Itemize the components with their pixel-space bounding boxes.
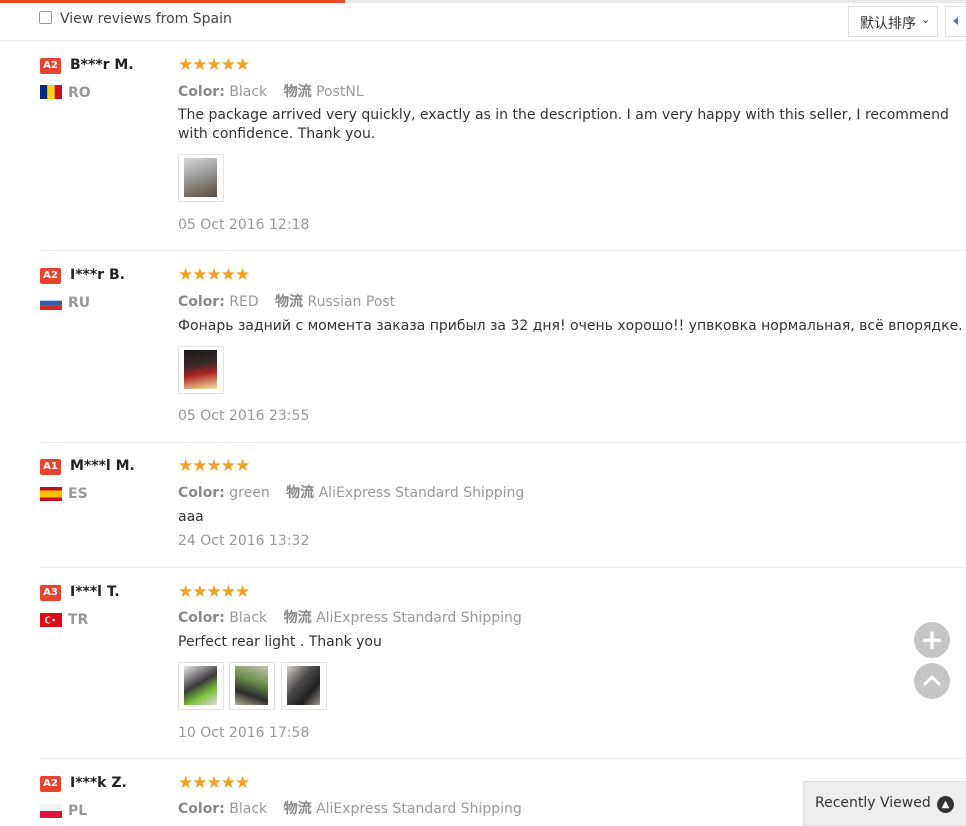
review-item: A1 M***l M. ES ★★★★★ Color: green 物流 Ali… [40,443,966,568]
color-value: Black [229,801,268,817]
review-filter-bar: View reviews from Spain 默认排序 ⌄ [0,3,966,41]
reviewer-country: PL [68,803,88,819]
sort-dropdown-label: 默认排序 [860,16,916,32]
recently-viewed-button[interactable]: Recently Viewed ▲ [803,781,966,826]
reviewer-name: I***l T. [70,584,120,600]
buyer-level-badge: A2 [40,268,61,284]
flag-icon-es [40,487,62,501]
add-button[interactable]: + [914,622,950,658]
flag-icon-tr [40,613,62,627]
sort-dropdown[interactable]: 默认排序 ⌄ [848,6,938,37]
review-item: A3 I***l T. TR ★★★★★ Color: Black 物流 Ali… [40,568,966,759]
reviewer-country: RO [68,85,91,101]
shipping-label: 物流 [283,84,312,100]
flag-icon-ru [40,296,62,310]
back-to-top-button[interactable] [914,663,950,699]
color-label: Color: [178,294,225,310]
chevron-up-circle-icon [923,675,941,686]
shipping-label: 物流 [275,294,304,310]
chevron-up-icon: ▲ [937,796,954,813]
review-meta: Color: Black 物流 PostNL [178,81,364,101]
photo-thumbnail [184,666,217,705]
photo-thumbnail [235,666,268,705]
review-photo[interactable] [178,662,224,710]
buyer-level-badge: A3 [40,585,61,601]
review-text: Perfect rear light . Thank you [178,634,382,650]
review-date: 05 Oct 2016 12:18 [178,217,310,233]
flag-icon-pl [40,804,62,818]
review-item: A2 B***r M. RO ★★★★★ Color: Black 物流 Pos… [40,41,966,251]
shipping-value: AliExpress Standard Shipping [318,485,525,501]
photo-thumbnail [184,350,217,389]
review-photo[interactable] [178,154,224,202]
shipping-label: 物流 [286,485,315,501]
buyer-level-badge: A1 [40,459,61,475]
spain-filter-checkbox[interactable] [39,11,52,24]
reviewer-name: I***k Z. [70,775,127,791]
review-meta: Color: green 物流 AliExpress Standard Ship… [178,482,524,502]
buyer-level-badge: A2 [40,58,61,74]
review-photo[interactable] [229,662,275,710]
color-value: Black [229,84,268,100]
page-prev-button[interactable] [945,6,966,37]
rating-stars: ★★★★★ [178,55,250,75]
reviewer-name: I***r B. [70,267,125,283]
plus-circle-icon: + [920,623,944,656]
reviewer-name: M***l M. [70,458,135,474]
color-label: Color: [178,610,225,626]
buyer-level-badge: A2 [40,776,61,792]
shipping-value: AliExpress Standard Shipping [316,610,522,626]
review-date: 24 Oct 2016 13:32 [178,533,310,549]
review-meta: Color: Black 物流 AliExpress Standard Ship… [178,798,522,818]
rating-stars: ★★★★★ [178,773,250,793]
recently-viewed-label: Recently Viewed [815,795,931,811]
review-item: A2 I***r B. RU ★★★★★ Color: RED 物流 Russi… [40,251,966,443]
flag-icon-ro [40,85,62,99]
rating-stars: ★★★★★ [178,456,250,476]
color-label: Color: [178,801,225,817]
review-date: 05 Oct 2016 23:55 [178,408,310,424]
color-label: Color: [178,485,225,501]
review-meta: Color: RED 物流 Russian Post [178,291,395,311]
color-value: RED [229,294,259,310]
reviewer-name: B***r M. [70,57,134,73]
shipping-value: PostNL [316,84,364,100]
shipping-label: 物流 [283,801,312,817]
review-photo[interactable] [178,346,224,394]
reviewer-country: RU [68,295,91,311]
shipping-value: Russian Post [307,294,396,310]
color-value: green [229,485,270,501]
chevron-down-icon: ⌄ [921,13,931,26]
rating-stars: ★★★★★ [178,265,250,285]
rating-stars: ★★★★★ [178,582,250,602]
spain-filter-label[interactable]: View reviews from Spain [60,11,232,27]
shipping-value: AliExpress Standard Shipping [316,801,522,817]
review-date: 10 Oct 2016 17:58 [178,725,310,741]
review-meta: Color: Black 物流 AliExpress Standard Ship… [178,607,522,627]
review-text: aaa [178,509,204,525]
review-text: The package arrived very quickly, exactl… [178,107,949,142]
chevron-left-icon [953,17,958,25]
photo-thumbnail [184,158,217,197]
photo-thumbnail [287,666,320,705]
reviewer-country: TR [68,612,89,628]
review-text: Фонарь задний с момента заказа прибыл за… [178,318,966,334]
color-value: Black [229,610,268,626]
color-label: Color: [178,84,225,100]
review-photo[interactable] [281,662,327,710]
shipping-label: 物流 [283,610,312,626]
reviewer-country: ES [68,486,88,502]
